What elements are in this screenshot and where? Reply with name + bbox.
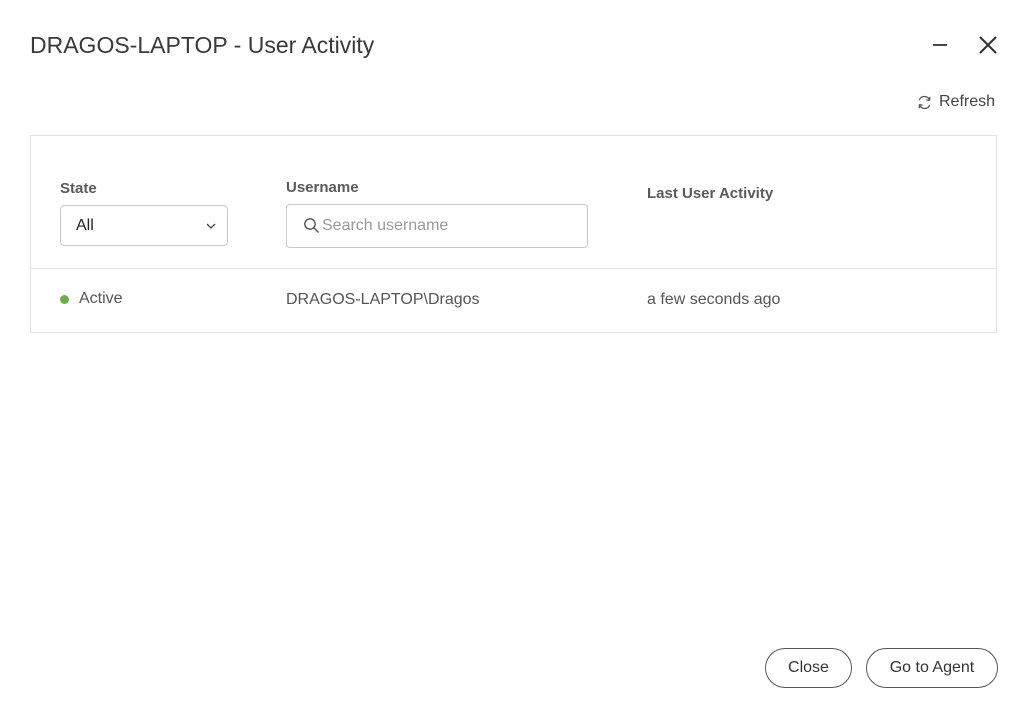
search-icon [304,218,319,233]
username-column-label: Username [286,179,359,196]
state-column-label: State [60,180,97,197]
user-activity-dialog: DRAGOS-LAPTOP - User Activity Refresh St… [0,0,1027,718]
close-button[interactable]: Close [765,648,852,688]
refresh-button[interactable]: Refresh [916,93,995,111]
chevron-down-icon [206,223,216,229]
last-activity-cell: a few seconds ago [647,291,781,308]
username-search-box[interactable] [286,204,588,248]
refresh-icon [918,95,931,109]
close-dialog-button[interactable] [974,31,1002,59]
username-search-input[interactable] [322,205,577,247]
state-text: Active [79,290,123,307]
table-header-filters: State All Username Last User Activity [31,136,996,269]
dialog-title: DRAGOS-LAPTOP - User Activity [30,32,375,58]
minimize-button[interactable] [926,31,954,59]
go-to-agent-button[interactable]: Go to Agent [866,648,998,688]
user-activity-table: State All Username Last User Activity [30,135,997,333]
last-activity-column-label: Last User Activity [647,185,774,202]
status-dot-icon [60,294,69,304]
state-cell: Active [60,290,123,308]
minimize-icon [933,44,947,46]
refresh-label: Refresh [939,93,996,110]
table-row[interactable]: Active DRAGOS-LAPTOP\Dragos a few second… [31,268,996,333]
username-cell: DRAGOS-LAPTOP\Dragos [286,291,480,308]
state-select[interactable]: All [60,205,228,246]
state-select-value: All [76,216,94,234]
close-icon [979,36,997,54]
